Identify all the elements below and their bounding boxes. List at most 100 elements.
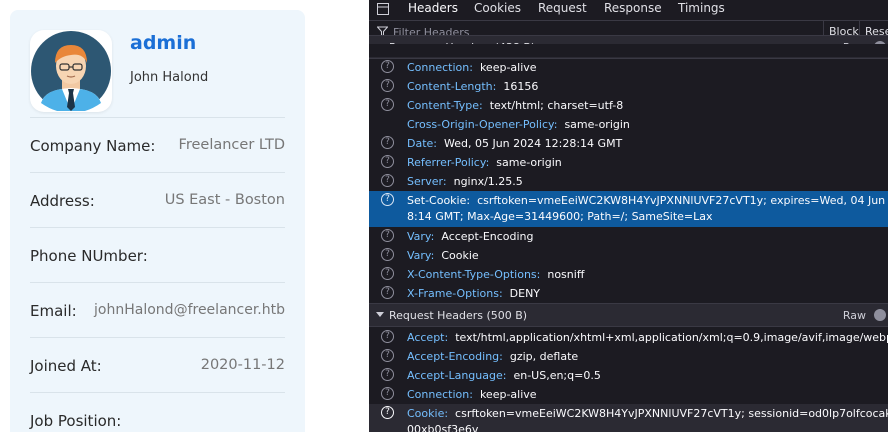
job-position-row: Job Position: [30, 392, 285, 432]
response-header-row-selected[interactable]: ? Set-Cookie: csrftoken=vmeEeiWC2KW8H4Yv… [369, 191, 888, 227]
tab-request[interactable]: Request [538, 0, 587, 20]
email-label: Email: [30, 302, 77, 320]
help-icon[interactable]: ? [381, 286, 394, 299]
header-value: Cookie [441, 249, 479, 262]
tab-cookies[interactable]: Cookies [474, 0, 521, 20]
header-value: csrftoken=vmeEeiWC2KW8H4YvJPXNNlUVF27cVT… [477, 194, 888, 207]
devtools-tab-bar: Headers Cookies Request Response Timings [369, 0, 888, 21]
header-name: Accept-Language: [407, 369, 507, 382]
request-header-row[interactable]: ? Accept: text/html,application/xhtml+xm… [369, 328, 888, 347]
help-icon[interactable]: ? [381, 174, 394, 187]
header-value: Wed, 05 Jun 2024 12:28:14 GMT [444, 137, 623, 150]
help-icon[interactable]: ? [381, 349, 394, 362]
profile-card: admin John Halond Company Name: Freelanc… [10, 10, 305, 432]
header-value: same-origin [496, 156, 562, 169]
address-value: US East - Boston [164, 192, 285, 208]
header-value-continued: 00xb0sf3e6v [407, 423, 479, 432]
header-value: DENY [509, 287, 541, 300]
response-header-row[interactable]: ? Content-Length: 16156 [369, 77, 888, 96]
header-value: en-US,en;q=0.5 [513, 369, 601, 382]
help-icon[interactable]: ? [381, 330, 394, 343]
job-position-label: Job Position: [30, 412, 122, 430]
response-header-row[interactable]: ? Referrer-Policy: same-origin [369, 153, 888, 172]
header-name: Referrer-Policy: [407, 156, 490, 169]
help-icon[interactable]: ? [381, 155, 394, 168]
header-name: Date: [407, 137, 437, 150]
phone-row: Phone NUmber: [30, 227, 285, 283]
help-icon[interactable]: ? [381, 406, 394, 419]
profile-full-name: John Halond [130, 70, 209, 85]
header-value: text/html,application/xhtml+xml,applicat… [455, 331, 888, 344]
email-row: Email: johnHalond@freelancer.htb [30, 282, 285, 338]
response-header-row[interactable]: ? X-Frame-Options: DENY [369, 284, 888, 303]
response-header-row[interactable]: ? Content-Type: text/html; charset=utf-8 [369, 96, 888, 115]
help-icon[interactable]: ? [381, 60, 394, 73]
help-icon[interactable]: ? [381, 229, 394, 242]
help-icon[interactable]: ? [381, 267, 394, 280]
tab-headers[interactable]: Headers [408, 0, 458, 20]
email-value: johnHalond@freelancer.htb [94, 302, 285, 318]
company-label: Company Name: [30, 137, 156, 155]
help-icon[interactable]: ? [381, 387, 394, 400]
header-name: Vary: [407, 230, 435, 243]
phone-label: Phone NUmber: [30, 247, 148, 265]
raw-label: Raw [842, 309, 866, 322]
company-value: Freelancer LTD [178, 137, 285, 153]
avatar [30, 30, 112, 112]
response-header-row[interactable]: ? Vary: Accept-Encoding [369, 227, 888, 246]
help-icon[interactable]: ? [381, 193, 394, 206]
header-value: keep-alive [479, 388, 537, 401]
joined-value: 2020-11-12 [200, 357, 285, 373]
request-header-row[interactable]: ? Connection: keep-alive [369, 385, 888, 404]
help-icon[interactable]: ? [381, 98, 394, 111]
request-header-row[interactable]: ? Accept-Encoding: gzip, deflate [369, 347, 888, 366]
response-header-row[interactable]: ? Connection: keep-alive [369, 58, 888, 77]
header-name: X-Frame-Options: [407, 287, 503, 300]
header-name: Vary: [407, 249, 435, 262]
header-value-continued: 8:14 GMT; Max-Age=31449600; Path=/; Same… [407, 210, 713, 223]
help-icon[interactable]: ? [381, 248, 394, 261]
header-name: Accept-Encoding: [407, 350, 503, 363]
help-icon[interactable]: ? [381, 79, 394, 92]
request-header-row[interactable]: ? Accept-Language: en-US,en;q=0.5 [369, 366, 888, 385]
profile-username: admin [130, 32, 197, 54]
header-value: 16156 [503, 80, 539, 93]
header-name: Connection: [407, 61, 473, 74]
header-name: X-Content-Type-Options: [407, 268, 541, 281]
header-value: keep-alive [479, 61, 537, 74]
raw-toggle[interactable] [874, 309, 886, 321]
address-label: Address: [30, 192, 95, 210]
header-value: csrftoken=vmeEeiWC2KW8H4YvJPXNNlUVF27cVT… [455, 407, 888, 420]
response-header-row[interactable]: ? X-Content-Type-Options: nosniff [369, 265, 888, 284]
joined-row: Joined At: 2020-11-12 [30, 337, 285, 393]
company-row: Company Name: Freelancer LTD [30, 117, 285, 173]
help-icon[interactable]: ? [381, 136, 394, 149]
header-value: gzip, deflate [509, 350, 579, 363]
header-name: Content-Length: [407, 80, 497, 93]
profile-panel: admin John Halond Company Name: Freelanc… [0, 0, 369, 432]
header-value: same-origin [564, 118, 630, 131]
response-header-row[interactable]: ? Date: Wed, 05 Jun 2024 12:28:14 GMT [369, 134, 888, 153]
header-name: Server: [407, 175, 447, 188]
user-avatar-icon [31, 31, 111, 111]
devtools-panel: Headers Cookies Request Response Timings… [369, 0, 888, 432]
header-name: Connection: [407, 388, 473, 401]
tab-timings[interactable]: Timings [678, 0, 725, 20]
response-header-row[interactable]: Cross-Origin-Opener-Policy: same-origin [369, 115, 888, 134]
header-value: Accept-Encoding [441, 230, 534, 243]
response-header-row[interactable]: ? Server: nginx/1.25.5 [369, 172, 888, 191]
request-headers-title: Request Headers (500 B) [389, 309, 528, 322]
header-name: Cross-Origin-Opener-Policy: [407, 118, 558, 131]
request-headers-section[interactable]: Request Headers (500 B) Raw [369, 303, 888, 327]
panel-toggle-icon[interactable] [377, 3, 389, 18]
header-value: nosniff [547, 268, 585, 281]
header-name: Cookie: [407, 407, 449, 420]
expand-triangle-icon[interactable] [376, 312, 384, 317]
joined-label: Joined At: [30, 357, 102, 375]
response-header-row[interactable]: ? Vary: Cookie [369, 246, 888, 265]
request-header-row-hover[interactable]: ? Cookie: csrftoken=vmeEeiWC2KW8H4YvJPXN… [369, 404, 888, 432]
tab-response[interactable]: Response [604, 0, 662, 20]
header-name: Accept: [407, 331, 449, 344]
help-icon[interactable]: ? [381, 368, 394, 381]
header-name: Content-Type: [407, 99, 483, 112]
